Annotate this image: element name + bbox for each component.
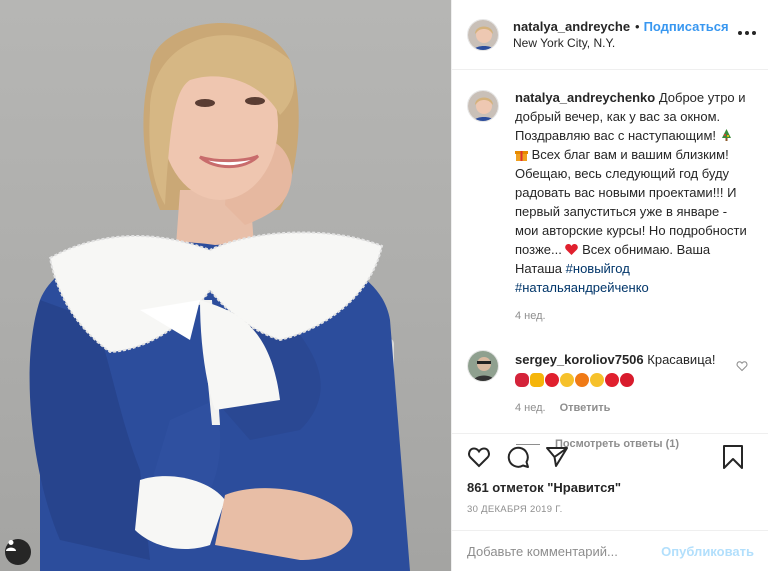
commenter-avatar[interactable] xyxy=(467,350,499,382)
post-date: 30 ДЕКАБРЯ 2019 Г. xyxy=(467,504,563,515)
caption: natalya_andreychenko Доброе утро и добры… xyxy=(467,88,754,326)
post-actions: 861 отметок "Нравится" 30 ДЕКАБРЯ 2019 Г… xyxy=(452,433,768,530)
red-heart-emoji-icon xyxy=(565,243,579,255)
user-tags-button[interactable] xyxy=(5,539,31,565)
thumbs-up-emoji-icon xyxy=(530,373,544,387)
fire-emoji-icon xyxy=(575,373,589,387)
heart-arrow-emoji-icon xyxy=(605,373,619,387)
heart-icon[interactable] xyxy=(467,445,491,469)
heart-emoji-icon xyxy=(620,373,634,387)
lips-emoji-icon xyxy=(515,373,529,387)
user-tag-icon xyxy=(6,540,16,551)
comment-bubble-icon[interactable] xyxy=(506,445,530,469)
instagram-post-modal: natalya_andreychenko • Подписаться New Y… xyxy=(0,0,768,571)
hashtag-link-1[interactable]: #новыйгод xyxy=(566,261,630,276)
caption-body: natalya_andreychenko Доброе утро и добры… xyxy=(515,88,754,326)
caption-time: 4 нед. xyxy=(515,310,546,322)
post-header: natalya_andreychenko • Подписаться New Y… xyxy=(452,0,768,70)
more-options-icon[interactable] xyxy=(738,29,756,37)
follow-button[interactable]: Подписаться xyxy=(644,19,729,35)
comment-item: sergey_koroliov7506 Красавица! 4 нед. От… xyxy=(467,350,754,418)
separator-dot: • xyxy=(635,18,640,34)
author-avatar[interactable] xyxy=(467,18,499,51)
comment-text: Красавица! xyxy=(647,352,716,367)
post-side-panel: natalya_andreychenko • Подписаться New Y… xyxy=(451,0,768,571)
commenter-username-link[interactable]: sergey_koroliov7506 xyxy=(515,352,644,367)
heart-emoji-icon xyxy=(545,373,559,387)
portrait-illustration xyxy=(29,22,410,571)
heart-eyes-emoji-icon xyxy=(560,373,574,387)
christmas-tree-emoji-icon xyxy=(721,129,731,141)
gift-emoji-icon xyxy=(515,151,528,161)
caption-text-2: Всех благ вам и вашим близким! Обещаю, в… xyxy=(515,147,747,257)
publish-button[interactable]: Опубликовать xyxy=(661,544,754,559)
paper-plane-icon[interactable] xyxy=(545,445,569,469)
comment-like-heart-icon[interactable] xyxy=(736,360,748,372)
comments-section: natalya_andreychenko Доброе утро и добры… xyxy=(452,88,768,450)
comment-emoji-row xyxy=(515,373,735,387)
smile-emoji-icon xyxy=(590,373,604,387)
location-link[interactable]: New York City, N.Y. xyxy=(513,35,735,51)
likes-count[interactable]: 861 отметок "Нравится" xyxy=(467,480,754,495)
author-username-link[interactable]: natalya_andreychenko xyxy=(513,19,631,35)
post-photo[interactable] xyxy=(0,0,451,571)
caption-author-avatar[interactable] xyxy=(467,90,499,122)
hashtag-link-2[interactable]: #натальяандрейченко xyxy=(515,280,649,295)
comment-time: 4 нед. xyxy=(515,402,546,414)
caption-author-link[interactable]: natalya_andreychenko xyxy=(515,90,655,105)
comment-input[interactable] xyxy=(467,543,662,559)
reply-button[interactable]: Ответить xyxy=(560,399,611,418)
bookmark-icon[interactable] xyxy=(722,445,744,469)
add-comment-bar: Опубликовать xyxy=(452,530,768,571)
